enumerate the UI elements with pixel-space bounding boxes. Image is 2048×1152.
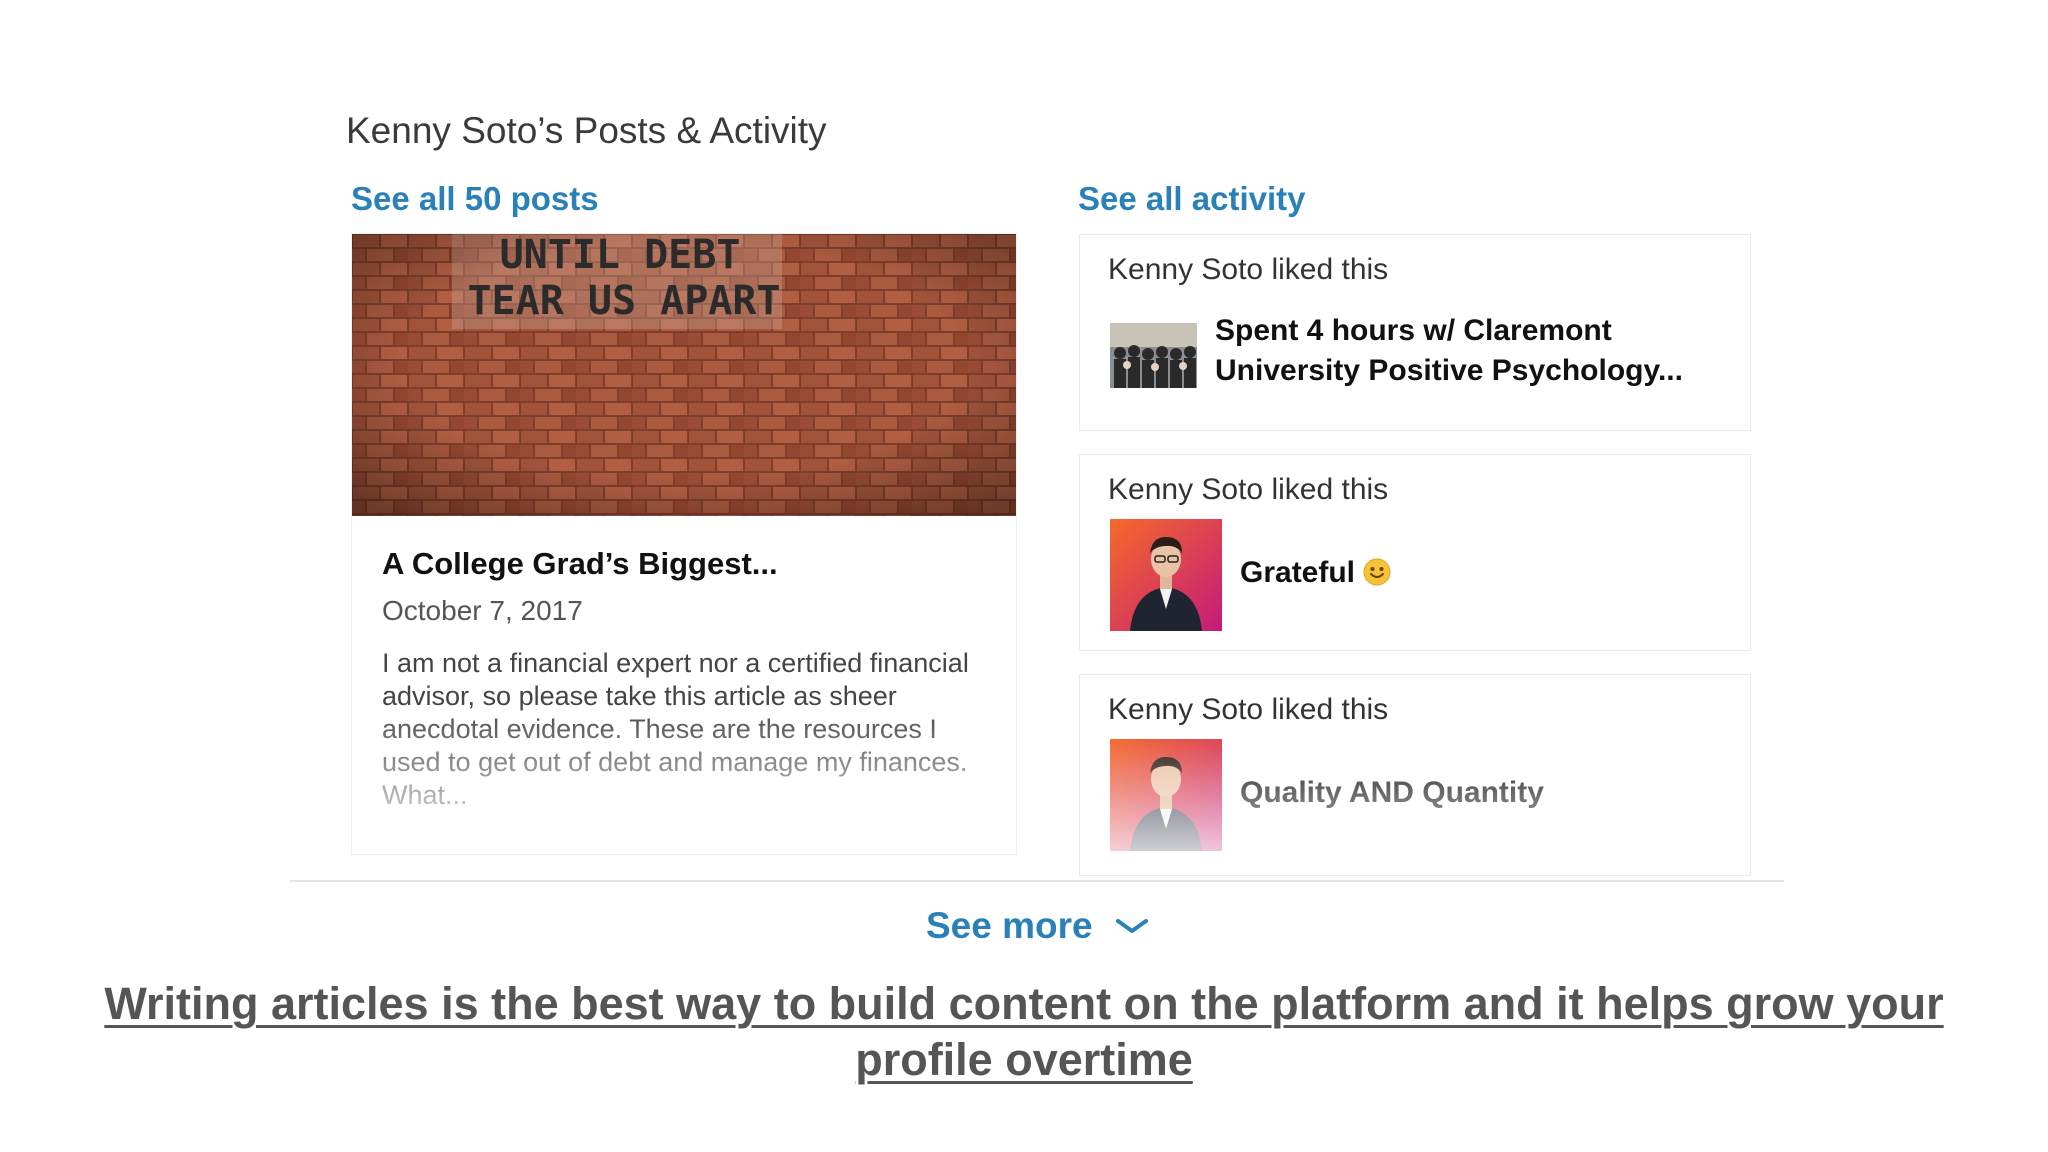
profile-photo-icon <box>1110 739 1222 851</box>
activity-actor-text: Kenny Soto liked this <box>1108 693 1389 726</box>
slide-caption: Writing articles is the best way to buil… <box>104 978 1944 1085</box>
post-date: October 7, 2017 <box>382 595 583 626</box>
chevron-down-icon <box>1115 919 1148 933</box>
post-image-text-2: TEAR US APART <box>467 278 780 324</box>
post-image-brick-wall[interactable]: UNTIL DEBT TEAR US APART <box>352 234 1016 516</box>
see-all-posts-link[interactable]: See all 50 posts <box>351 180 599 218</box>
section-title: Kenny Soto’s Posts & Activity <box>346 110 827 151</box>
post-excerpt: I am not a financial expert nor a certif… <box>382 648 969 810</box>
activity-post-title[interactable]: Grateful <box>1240 553 1391 593</box>
activity-post-title[interactable]: Quality AND Quantity <box>1240 773 1544 813</box>
post-image-text-1: UNTIL DEBT <box>500 234 741 278</box>
activity-actor-text: Kenny Soto liked this <box>1108 253 1389 286</box>
see-all-activity-link[interactable]: See all activity <box>1078 180 1305 218</box>
profile-photo-icon <box>1110 519 1222 631</box>
activity-card[interactable]: Kenny Soto liked this Spent 4 hours w/ C… <box>1080 235 1750 430</box>
activity-post-title-text: Grateful <box>1240 556 1356 589</box>
group-photo-icon <box>1110 323 1197 388</box>
see-more-button[interactable]: See more <box>926 905 1149 947</box>
post-title[interactable]: A College Grad’s Biggest... <box>382 546 778 582</box>
see-more-label: See more <box>926 905 1093 946</box>
activity-post-title[interactable]: Spent 4 hours w/ Claremont University Po… <box>1215 311 1715 391</box>
post-card[interactable]: UNTIL DEBT TEAR US APART A College Grad’… <box>352 234 1016 854</box>
activity-card[interactable]: Kenny Soto liked this Grateful <box>1080 455 1750 650</box>
divider <box>290 880 1784 882</box>
activity-card[interactable]: Kenny Soto liked this Quality AND Quanti… <box>1080 675 1750 875</box>
smiley-icon <box>1363 558 1391 586</box>
activity-actor-text: Kenny Soto liked this <box>1108 473 1389 506</box>
